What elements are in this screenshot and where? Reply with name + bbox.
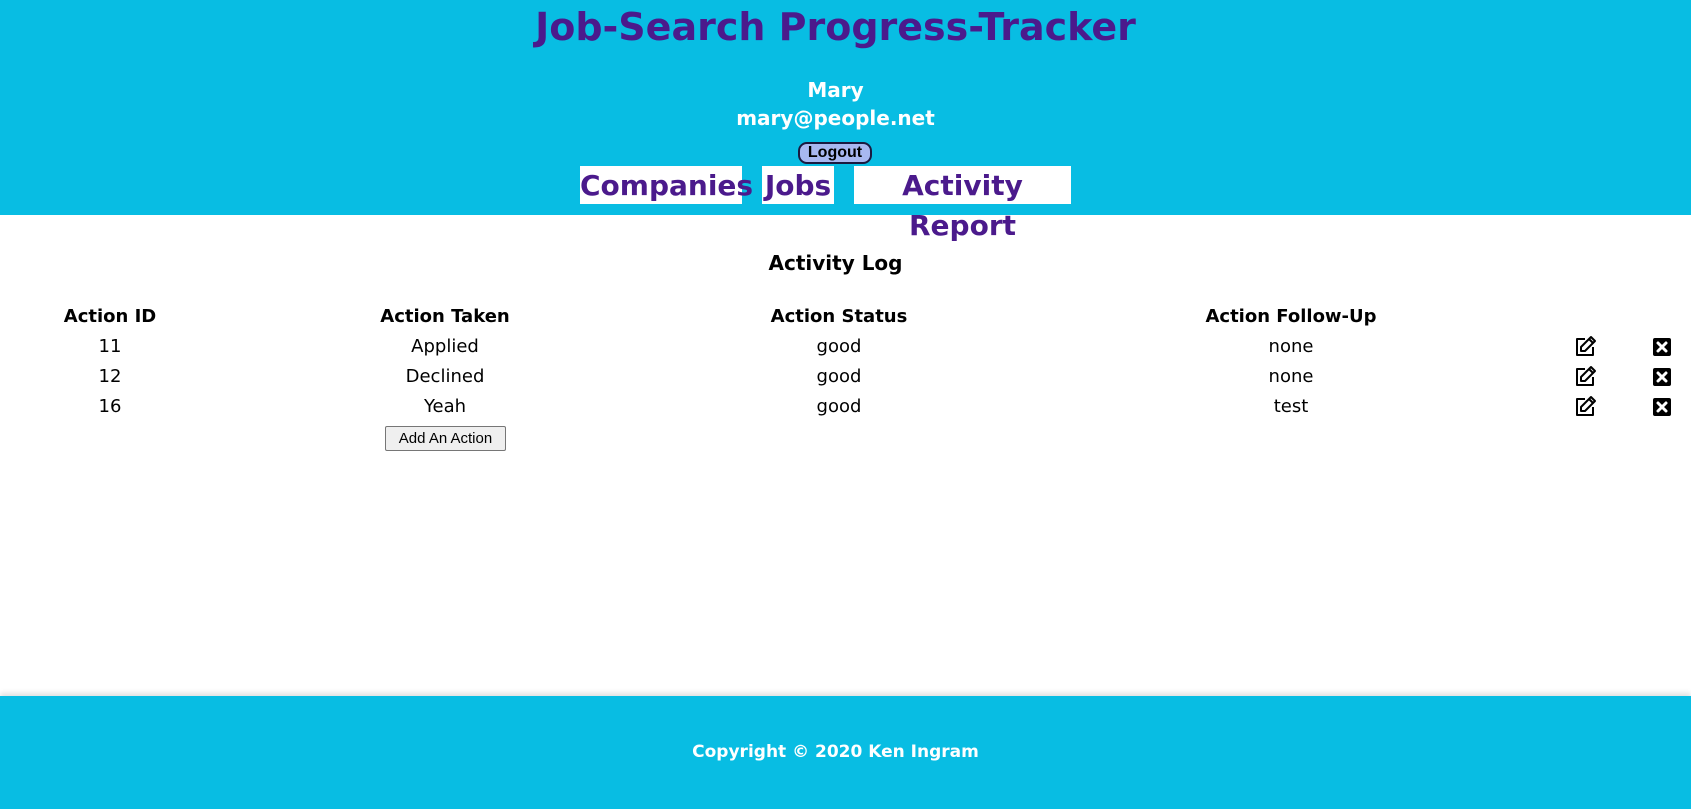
column-header-follow-up: Action Follow-Up [1205,306,1377,327]
cell-action-id: 12 [98,366,122,387]
copyright-text: Copyright © 2020 Ken Ingram [692,742,979,762]
user-email: mary@people.net [736,106,935,130]
cell-action-taken: Yeah [423,396,467,417]
cell-action-taken: Declined [405,366,485,387]
site-header: Job-Search Progress-Tracker Mary mary@pe… [0,0,1691,242]
nav-companies[interactable]: Companies [580,166,753,204]
cell-action-status: good [816,336,862,357]
user-name: Mary [807,78,864,102]
edit-icon[interactable] [1573,365,1597,389]
delete-icon[interactable] [1650,395,1674,419]
logout-button[interactable]: Logout [798,142,872,164]
cell-action-follow-up: test [1273,396,1309,417]
column-header-taken: Action Taken [380,306,510,327]
page-title: Activity Log [768,251,903,275]
cell-action-id: 11 [98,336,122,357]
cell-action-follow-up: none [1268,366,1314,387]
delete-icon[interactable] [1650,365,1674,389]
edit-icon[interactable] [1573,395,1597,419]
column-header-status: Action Status [770,306,908,327]
nav-activity-report[interactable]: Activity Report [854,166,1071,242]
cell-action-taken: Applied [411,336,479,357]
add-action-button[interactable]: Add An Action [385,426,506,451]
cell-action-status: good [816,396,862,417]
site-footer: Copyright © 2020 Ken Ingram [0,696,1691,809]
delete-icon[interactable] [1650,335,1674,359]
nav-jobs[interactable]: Jobs [762,166,834,204]
edit-icon[interactable] [1573,335,1597,359]
column-header-id: Action ID [63,306,157,327]
cell-action-follow-up: none [1268,336,1314,357]
cell-action-id: 16 [98,396,122,417]
cell-action-status: good [816,366,862,387]
app-title: Job-Search Progress-Tracker [535,5,1136,49]
